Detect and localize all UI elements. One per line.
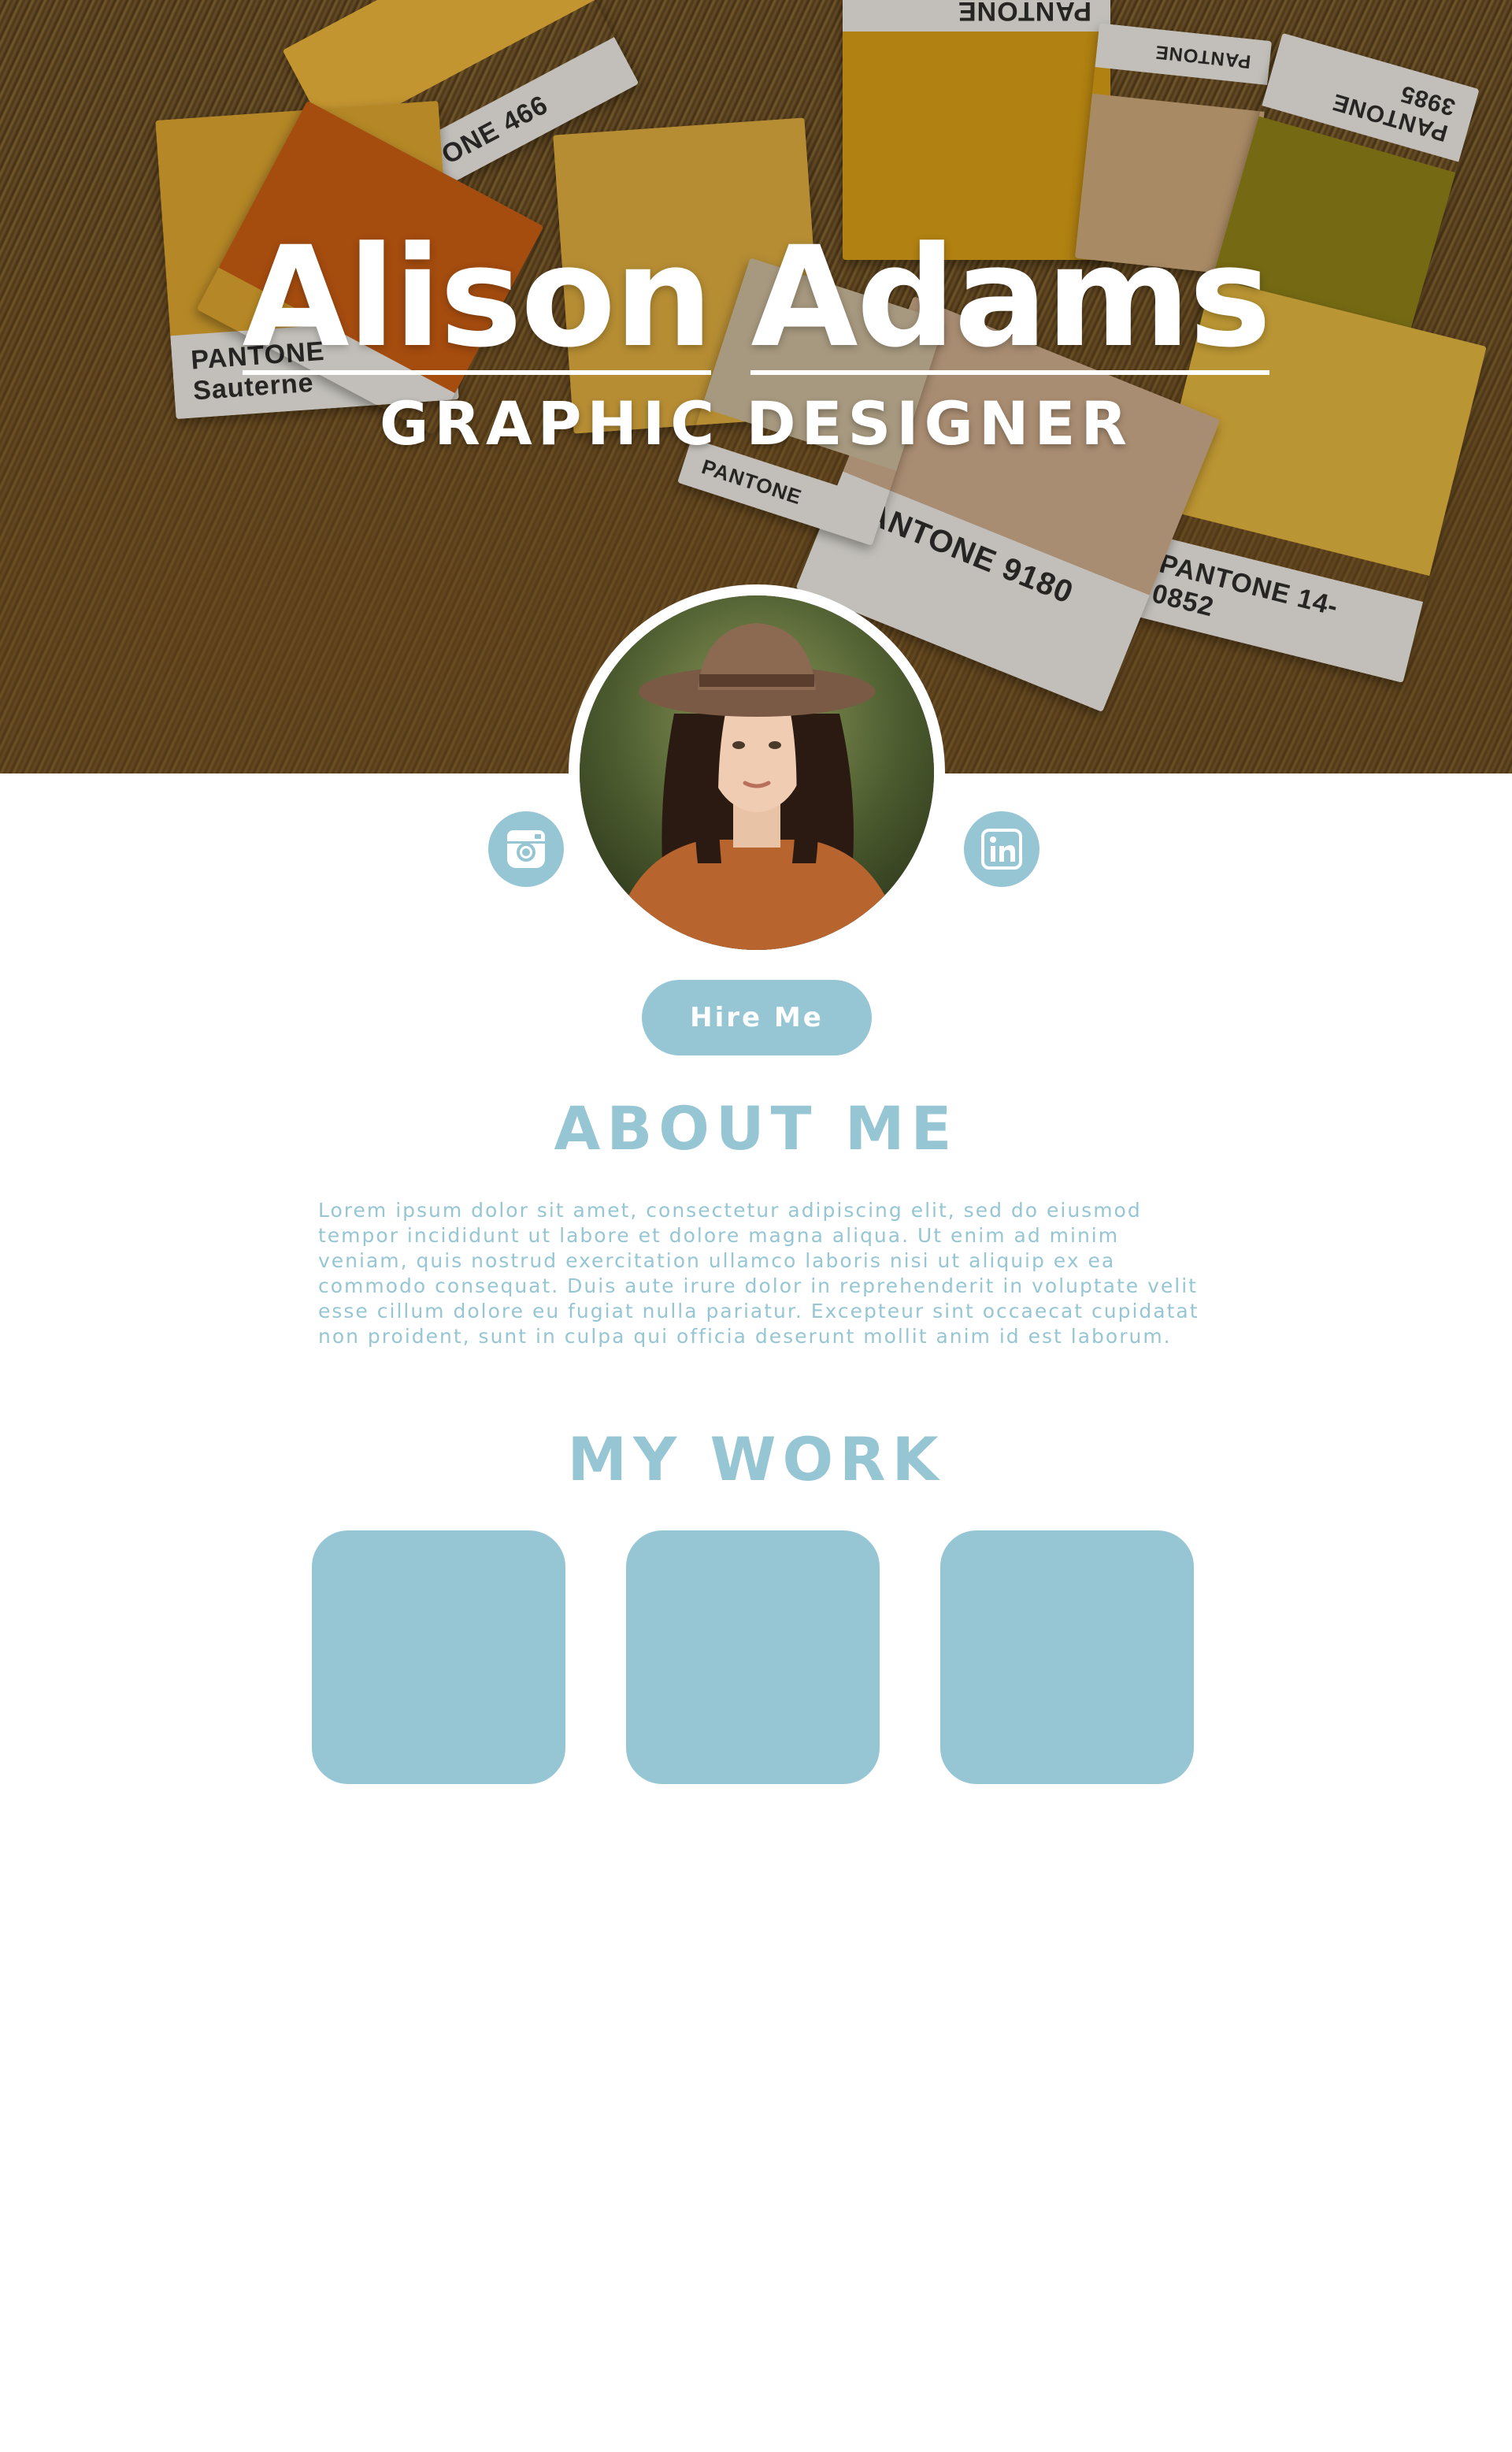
name-title: Alison Adams [0,228,1512,375]
hire-me-button[interactable]: Hire Me [642,980,872,1055]
role-subtitle: GRAPHIC DESIGNER [380,388,1132,458]
name-gap [711,342,750,345]
work-heading: MY WORK [567,1424,945,1494]
linkedin-icon [981,829,1022,870]
avatar-photo [580,595,934,950]
avatar [569,584,945,961]
name-first: Alison [242,217,713,378]
instagram-link[interactable] [488,811,564,887]
about-text: Lorem ipsum dolor sit amet, consectetur … [318,1199,1199,1348]
instagram-icon [507,830,545,868]
portrait-illustration [580,595,934,950]
linkedin-link[interactable] [964,811,1040,887]
work-tile-3[interactable] [940,1530,1194,1784]
about-heading: ABOUT ME [554,1093,958,1163]
work-tile-2[interactable] [626,1530,880,1784]
name-last: Adams [750,217,1271,378]
work-tile-1[interactable] [312,1530,565,1784]
